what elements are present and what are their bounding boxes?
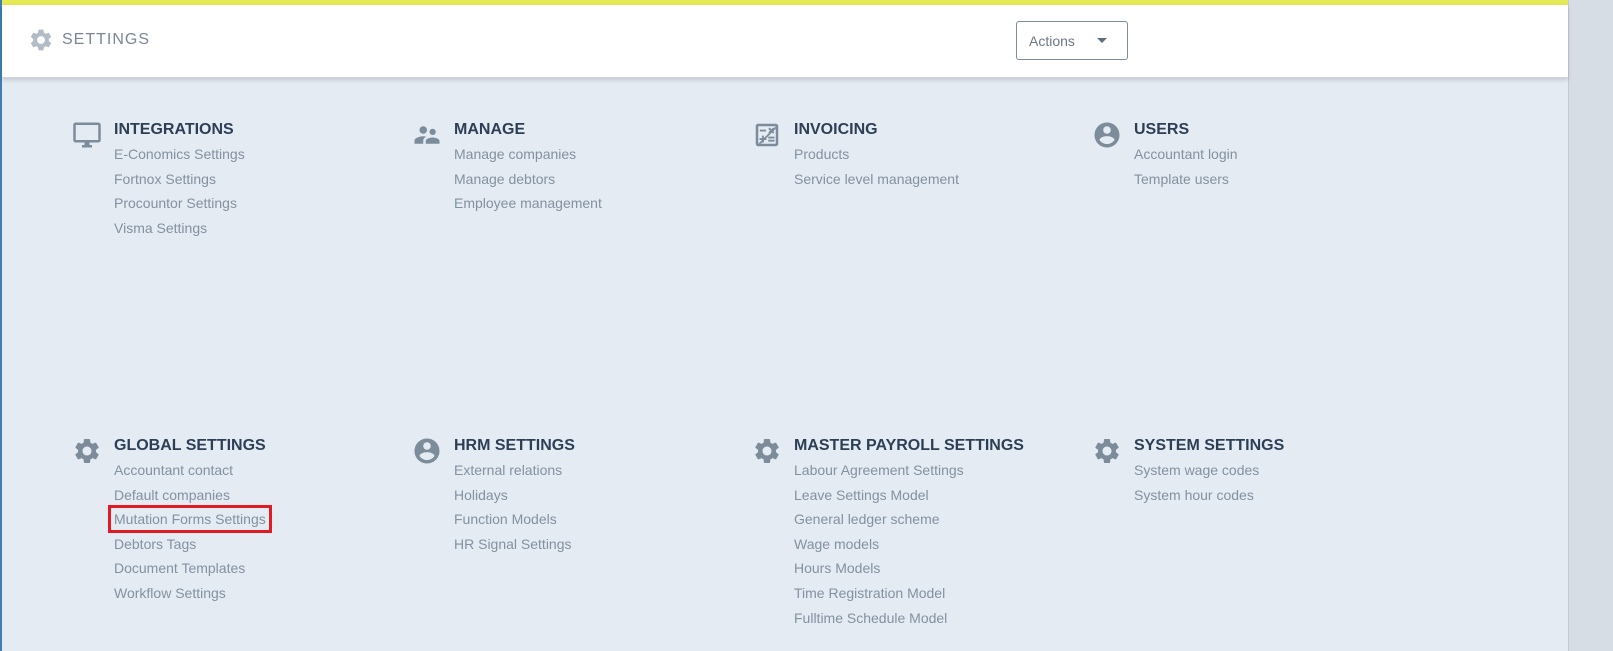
gear-icon (752, 436, 782, 466)
link-hours-models[interactable]: Hours Models (794, 560, 964, 585)
link-accountant-contact[interactable]: Accountant contact (114, 462, 266, 487)
link-external-relations[interactable]: External relations (454, 462, 572, 487)
section-title: INVOICING (794, 121, 878, 138)
section-title: MASTER PAYROLL SETTINGS (794, 437, 1024, 454)
section-title: HRM SETTINGS (454, 437, 575, 454)
section-title: USERS (1134, 121, 1190, 138)
link-products[interactable]: Products (794, 146, 959, 171)
section-title: MANAGE (454, 121, 526, 138)
people-icon (412, 120, 442, 150)
link-leave-settings-model[interactable]: Leave Settings Model (794, 487, 964, 512)
right-scroll-panel (1568, 0, 1613, 651)
link-hr-signal-settings[interactable]: HR Signal Settings (454, 536, 572, 561)
section-title: GLOBAL SETTINGS (114, 437, 266, 454)
page-header: SETTINGS Actions (2, 5, 1568, 78)
invoice-icon (752, 120, 782, 150)
link-e-conomics-settings[interactable]: E-Conomics Settings (114, 146, 245, 171)
link-holidays[interactable]: Holidays (454, 487, 572, 512)
user-circle-icon (412, 436, 442, 466)
gear-icon (72, 436, 102, 466)
link-employee-management[interactable]: Employee management (454, 195, 602, 220)
link-workflow-settings[interactable]: Workflow Settings (114, 585, 266, 610)
link-mutation-forms-settings[interactable]: Mutation Forms Settings (108, 505, 272, 536)
caret-down-icon (1097, 38, 1107, 43)
link-visma-settings[interactable]: Visma Settings (114, 220, 245, 245)
link-system-wage-codes[interactable]: System wage codes (1134, 462, 1259, 487)
actions-dropdown[interactable]: Actions (1016, 21, 1128, 60)
link-debtors-tags[interactable]: Debtors Tags (114, 536, 266, 561)
link-fortnox-settings[interactable]: Fortnox Settings (114, 171, 245, 196)
section-title: SYSTEM SETTINGS (1134, 437, 1285, 454)
section-title: INTEGRATIONS (114, 121, 234, 138)
page-title-label: SETTINGS (62, 31, 151, 48)
actions-dropdown-label: Actions (1029, 32, 1075, 49)
link-system-hour-codes[interactable]: System hour codes (1134, 487, 1259, 512)
highlight-box: Mutation Forms Settings (108, 505, 272, 534)
page-title: SETTINGS (28, 27, 150, 53)
monitor-icon (72, 120, 102, 150)
link-procountor-settings[interactable]: Procountor Settings (114, 195, 245, 220)
link-manage-debtors[interactable]: Manage debtors (454, 171, 602, 196)
gear-icon (28, 27, 54, 53)
left-accent-line (0, 0, 2, 651)
link-document-templates[interactable]: Document Templates (114, 560, 266, 585)
link-time-registration-model[interactable]: Time Registration Model (794, 585, 964, 610)
user-circle-icon (1092, 120, 1122, 150)
link-general-ledger-scheme[interactable]: General ledger scheme (794, 511, 964, 536)
gear-icon (1092, 436, 1122, 466)
link-service-level-management[interactable]: Service level management (794, 171, 959, 196)
link-fulltime-schedule-model[interactable]: Fulltime Schedule Model (794, 610, 964, 635)
link-accountant-login[interactable]: Accountant login (1134, 146, 1238, 171)
link-labour-agreement-settings[interactable]: Labour Agreement Settings (794, 462, 964, 487)
link-wage-models[interactable]: Wage models (794, 536, 964, 561)
link-function-models[interactable]: Function Models (454, 511, 572, 536)
link-default-companies[interactable]: Default companies (114, 487, 266, 512)
link-template-users[interactable]: Template users (1134, 171, 1238, 196)
link-manage-companies[interactable]: Manage companies (454, 146, 602, 171)
